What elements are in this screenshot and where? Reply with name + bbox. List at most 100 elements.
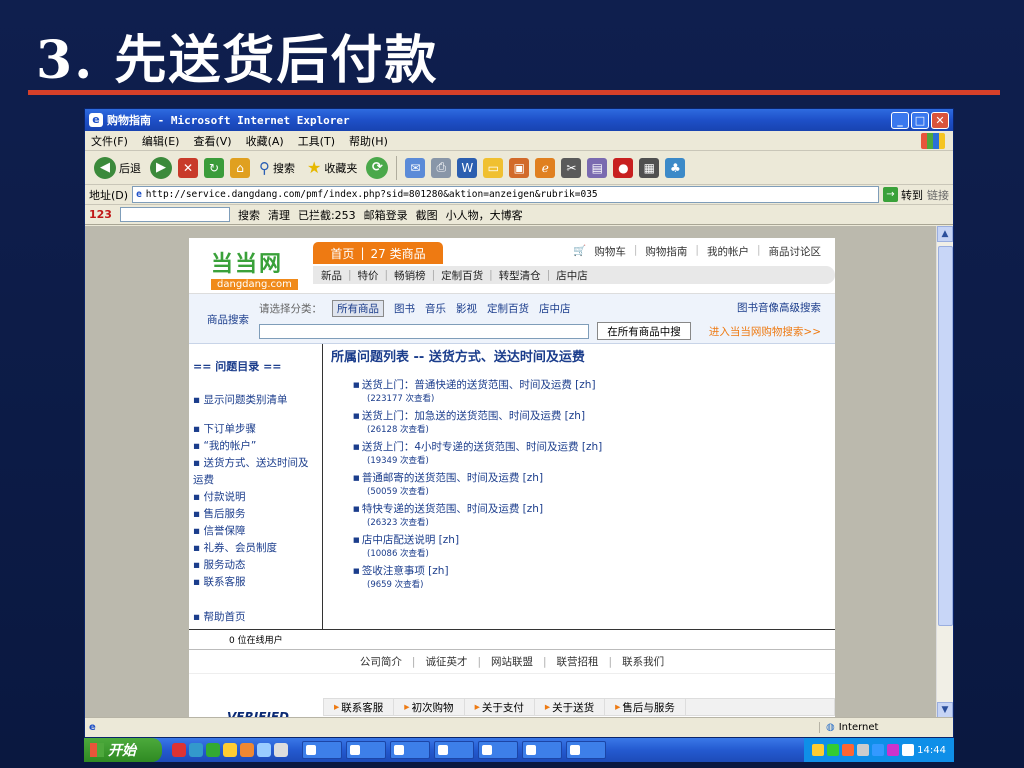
favorites-button[interactable]: ★ 收藏夹 <box>304 156 360 179</box>
task-button[interactable] <box>346 741 386 759</box>
search-button[interactable]: ⚲ 搜索 <box>256 157 298 179</box>
scroll-thumb[interactable] <box>938 246 953 626</box>
tray-icon[interactable] <box>857 744 870 756</box>
scroll-down-icon[interactable]: ▼ <box>937 702 953 718</box>
link-cart[interactable]: 购物车 <box>594 244 626 259</box>
sidebar-item-news[interactable]: 服务动态 <box>193 557 318 574</box>
advanced-search-link[interactable]: 图书音像高级搜索 <box>737 300 821 315</box>
vertical-scrollbar[interactable]: ▲ ▼ <box>936 226 953 718</box>
footer-lease[interactable]: 联营招租 <box>557 654 599 669</box>
popup-blocked-button[interactable]: 已拦截:253 <box>298 207 356 223</box>
calc-icon[interactable]: ▦ <box>639 157 660 178</box>
task-button[interactable] <box>566 741 606 759</box>
subnav-clearance[interactable]: 转型清仓 <box>499 268 541 283</box>
sidebar-item-my-account[interactable]: “我的帐户” <box>193 438 318 455</box>
question-link[interactable]: 店中店配送说明 [zh] <box>353 532 829 547</box>
maximize-button[interactable]: □ <box>911 111 929 129</box>
quicklaunch-icon[interactable] <box>223 743 237 757</box>
refresh-icon[interactable]: ↻ <box>204 157 224 178</box>
msn-icon[interactable]: ♣ <box>665 157 686 178</box>
category-video[interactable]: 影视 <box>456 301 477 316</box>
subnav-bestseller[interactable]: 畅销榜 <box>394 268 426 283</box>
category-all[interactable]: 所有商品 <box>332 300 384 317</box>
quicklaunch-icon[interactable] <box>189 743 203 757</box>
subnav-shop-in-shop[interactable]: 店中店 <box>556 268 588 283</box>
dangdang-logo[interactable]: 当当网 dangdang.com <box>211 246 298 290</box>
messenger-icon[interactable]: ✂ <box>561 157 582 178</box>
menu-edit[interactable]: 编辑(E) <box>142 133 180 149</box>
category-custom[interactable]: 定制百货 <box>487 301 529 316</box>
category-shop[interactable]: 店中店 <box>539 301 571 316</box>
links-label[interactable]: 链接 <box>927 187 949 203</box>
media-icon[interactable]: ▣ <box>509 157 530 178</box>
sidebar-item-order-steps[interactable]: 下订单步骤 <box>193 421 318 438</box>
categories-tab-label[interactable]: 27 类商品 <box>370 245 425 262</box>
bottom-nav-contact[interactable]: 联系客服 <box>324 699 395 715</box>
subnav-new[interactable]: 新品 <box>321 268 342 283</box>
quicklaunch-icon[interactable] <box>240 743 254 757</box>
sidebar-item-credit[interactable]: 信誉保障 <box>193 523 318 540</box>
research-icon[interactable]: ▤ <box>587 157 608 178</box>
stop-icon[interactable]: ✕ <box>178 157 198 178</box>
history-icon[interactable]: ⟳ <box>366 156 389 179</box>
forward-button[interactable]: ▶ <box>150 156 172 179</box>
tray-icon[interactable] <box>872 744 885 756</box>
quicklaunch-icon[interactable] <box>172 743 186 757</box>
tray-icon[interactable] <box>842 744 855 756</box>
menu-tools[interactable]: 工具(T) <box>298 133 335 149</box>
quicklaunch-icon[interactable] <box>257 743 271 757</box>
subnav-sale[interactable]: 特价 <box>358 268 379 283</box>
blog-link[interactable]: 小人物，大博客 <box>446 207 523 223</box>
question-link[interactable]: 普通邮寄的送货范围、时间及运费 [zh] <box>353 470 829 485</box>
task-button[interactable] <box>390 741 430 759</box>
back-button[interactable]: ◀ 后退 <box>91 155 144 181</box>
quicklaunch-icon[interactable] <box>206 743 220 757</box>
category-music[interactable]: 音乐 <box>425 301 446 316</box>
mail-icon[interactable]: ✉ <box>405 157 426 178</box>
link-forum[interactable]: 商品讨论区 <box>769 244 822 259</box>
footer-jobs[interactable]: 诚征英才 <box>425 654 467 669</box>
sidebar-item-help-home[interactable]: 帮助首页 <box>193 609 318 626</box>
footer-contact[interactable]: 联系我们 <box>622 654 664 669</box>
quicklaunch-icon[interactable] <box>274 743 288 757</box>
qq-icon[interactable]: ● <box>613 157 634 178</box>
tray-icon[interactable] <box>827 744 840 756</box>
question-link[interactable]: 送货上门：4小时专递的送货范围、时间及运费 [zh] <box>353 439 829 454</box>
footer-affiliate[interactable]: 网站联盟 <box>491 654 533 669</box>
task-button[interactable] <box>522 741 562 759</box>
home-tab[interactable]: 首页 | 27 类商品 <box>313 242 443 264</box>
tray-icon[interactable] <box>902 744 915 756</box>
subnav-custom[interactable]: 定制百货 <box>441 268 483 283</box>
search-input[interactable] <box>259 324 589 339</box>
print-icon[interactable]: ⎙ <box>431 157 452 178</box>
links-search-input[interactable] <box>119 207 230 222</box>
task-button[interactable] <box>434 741 474 759</box>
sidebar-item-after-sales[interactable]: 售后服务 <box>193 506 318 523</box>
home-icon[interactable]: ⌂ <box>230 157 250 178</box>
brand-123[interactable]: 123 <box>89 208 112 221</box>
menu-help[interactable]: 帮助(H) <box>349 133 388 149</box>
screenshot-button[interactable]: 截图 <box>416 207 438 223</box>
word-icon[interactable]: W <box>457 157 478 178</box>
enter-search-link[interactable]: 进入当当网购物搜索>> <box>709 324 821 339</box>
category-books[interactable]: 图书 <box>394 301 415 316</box>
ie-script-icon[interactable]: ℯ <box>535 157 556 178</box>
link-account[interactable]: 我的帐户 <box>707 244 749 259</box>
question-link[interactable]: 送货上门：加急送的送货范围、时间及运费 [zh] <box>353 408 829 423</box>
sidebar-item-coupons[interactable]: 礼券、会员制度 <box>193 540 318 557</box>
tray-icon[interactable] <box>887 744 900 756</box>
go-button[interactable]: → 转到 <box>883 187 923 203</box>
task-button[interactable] <box>478 741 518 759</box>
bottom-nav-delivery[interactable]: 关于送货 <box>535 699 606 715</box>
question-link[interactable]: 签收注意事项 [zh] <box>353 563 829 578</box>
window-titlebar[interactable]: e 购物指南 - Microsoft Internet Explorer _ □… <box>85 109 953 131</box>
folder-icon[interactable]: ▭ <box>483 157 504 178</box>
link-guide[interactable]: 购物指南 <box>645 244 687 259</box>
clean-button[interactable]: 清理 <box>268 207 290 223</box>
footer-about[interactable]: 公司简介 <box>360 654 402 669</box>
close-button[interactable]: ✕ <box>931 111 949 129</box>
question-link[interactable]: 特快专递的送货范围、时间及运费 [zh] <box>353 501 829 516</box>
mail-login-button[interactable]: 邮箱登录 <box>364 207 408 223</box>
links-search-button[interactable]: 搜索 <box>238 207 260 223</box>
menu-favorites[interactable]: 收藏(A) <box>246 133 284 149</box>
